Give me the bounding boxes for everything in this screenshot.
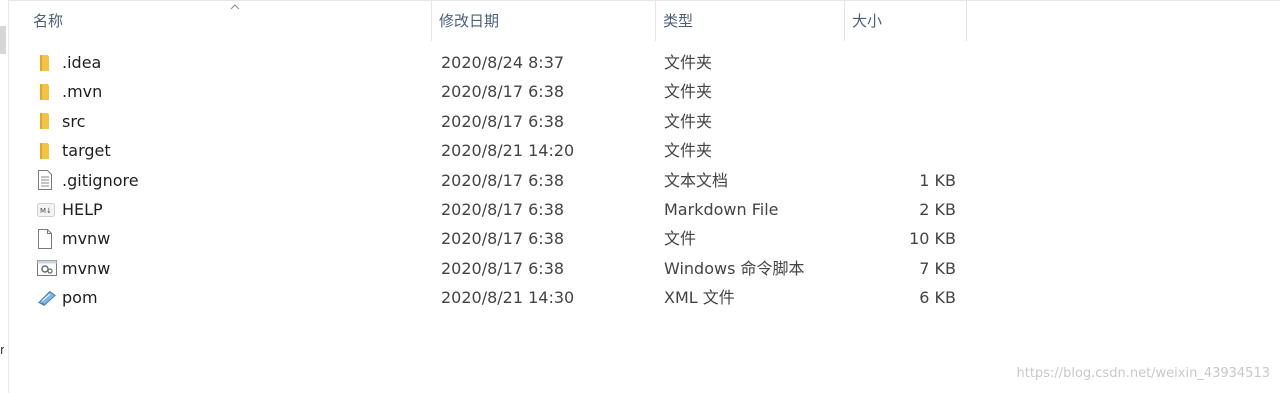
file-row[interactable]: .gitignore 2020/8/17 6:38 文本文档 1 KB [9,166,1009,195]
folder-icon [37,48,57,77]
file-size [869,48,956,77]
file-row[interactable]: pom 2020/8/21 14:30 XML 文件 6 KB [9,283,1009,312]
file-explorer-window: n 名称 修改日期 类型 大小 .idea 2020/8/24 8:37 文件夹… [0,0,1280,393]
file-name: mvnw [62,258,111,278]
navigation-pane-scrollbar[interactable] [0,26,6,54]
file-type: 文件夹 [664,53,713,72]
file-type: 文本文档 [664,170,729,190]
file-type: 文件 [664,229,697,249]
column-header-size[interactable]: 大小 [846,1,967,41]
file-modified: 2020/8/17 6:38 [441,258,565,278]
file-modified: 2020/8/17 6:38 [441,229,565,249]
file-name: src [62,111,86,131]
file-row[interactable]: .idea 2020/8/24 8:37 文件夹 [9,48,1009,77]
folder-icon [37,77,57,106]
file-size: 6 KB [919,288,956,308]
column-header-bar: 名称 修改日期 类型 大小 [9,0,1280,41]
column-header-type[interactable]: 类型 [657,1,845,41]
chevron-up-icon [230,4,240,10]
blank-file-icon [37,224,57,253]
file-name: .idea [62,53,102,72]
file-modified: 2020/8/17 6:38 [441,82,565,102]
file-size: 7 KB [919,258,956,278]
file-name: mvnw [62,229,111,249]
file-size: 1 KB [919,170,956,190]
file-type: Windows 命令脚本 [664,258,805,278]
file-modified: 2020/8/17 6:38 [441,111,565,131]
watermark-text: https://blog.csdn.net/weixin_43934513 [1016,366,1270,381]
svg-text:M↓: M↓ [40,207,52,215]
navigation-pane-cutoff-text: n [0,343,4,357]
file-row[interactable]: src 2020/8/17 6:38 文件夹 [9,107,1009,136]
file-modified: 2020/8/24 8:37 [441,53,565,72]
markdown-file-icon: M↓ [37,195,57,224]
file-name: .gitignore [62,170,139,190]
file-size [869,77,956,106]
file-modified: 2020/8/21 14:30 [441,288,575,308]
file-size: 2 KB [919,199,956,219]
file-row[interactable]: .mvn 2020/8/17 6:38 文件夹 [9,77,1009,106]
file-row[interactable]: mvnw 2020/8/17 6:38 文件 10 KB [9,224,1009,253]
file-size [869,107,956,136]
folder-icon [37,107,57,136]
file-size: 10 KB [909,229,956,249]
script-file-icon [37,254,57,283]
file-row[interactable]: target 2020/8/21 14:20 文件夹 [9,136,1009,165]
file-name: target [62,141,111,161]
file-modified: 2020/8/17 6:38 [441,170,565,190]
file-type: 文件夹 [664,141,713,161]
file-type: 文件夹 [664,82,713,102]
file-modified: 2020/8/17 6:38 [441,199,565,219]
file-name: .mvn [62,82,103,102]
file-row[interactable]: mvnw 2020/8/17 6:38 Windows 命令脚本 7 KB [9,254,1009,283]
file-modified: 2020/8/21 14:20 [441,141,575,161]
file-size [869,136,956,165]
file-type: XML 文件 [664,288,735,308]
file-type: Markdown File [664,199,779,219]
text-document-icon [37,166,57,195]
file-name: pom [62,288,98,308]
file-list: .idea 2020/8/24 8:37 文件夹 .mvn 2020/8/17 … [9,48,1280,313]
file-name: HELP [62,199,103,219]
navigation-pane-edge [0,0,9,393]
file-row[interactable]: M↓ HELP 2020/8/17 6:38 Markdown File 2 K… [9,195,1009,224]
xml-file-icon [37,283,57,312]
column-header-modified[interactable]: 修改日期 [433,1,656,41]
file-type: 文件夹 [664,111,713,131]
folder-icon [37,136,57,165]
